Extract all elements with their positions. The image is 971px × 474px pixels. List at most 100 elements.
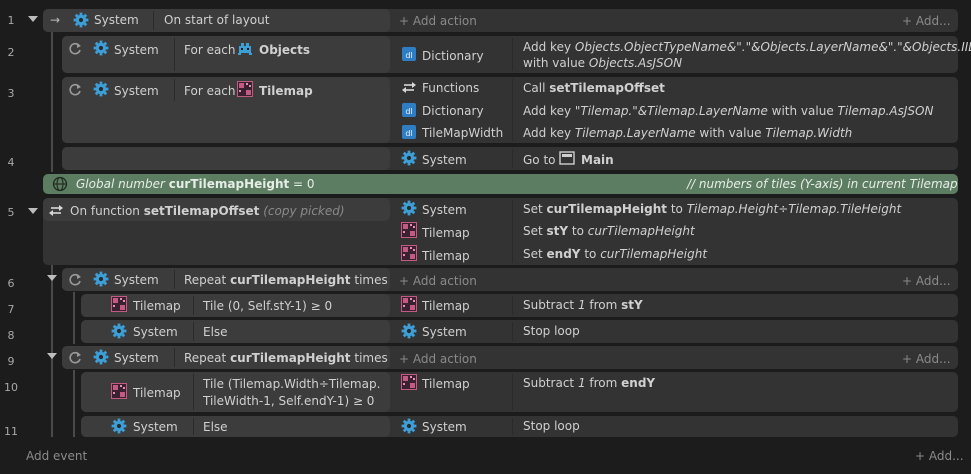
divider <box>193 296 194 315</box>
tilemap-icon <box>111 383 127 399</box>
loop-icon <box>69 83 82 96</box>
object-name: Dictionary <box>422 104 484 118</box>
gear-icon <box>73 12 89 28</box>
gear-icon <box>93 40 109 56</box>
line-number: 2 <box>7 46 15 59</box>
action-text: Set curTilemapHeight to Tilemap.Height÷T… <box>523 202 902 216</box>
divider <box>174 79 175 101</box>
loop-icon <box>69 351 82 364</box>
trigger-arrow-icon: → <box>50 13 61 27</box>
add-more-button[interactable]: + Add... <box>902 13 951 29</box>
gear-icon <box>111 418 127 434</box>
collapse-toggle[interactable] <box>47 275 57 281</box>
divider <box>174 38 175 71</box>
action-text: Go to <box>523 153 556 167</box>
line-number: 4 <box>7 156 15 169</box>
divider <box>512 322 513 341</box>
line-number: 5 <box>7 206 15 219</box>
add-more-button[interactable]: + Add... <box>902 351 951 367</box>
object-name: Tilemap <box>133 386 181 400</box>
object-name: Tilemap <box>422 299 470 313</box>
gear-icon <box>401 323 417 339</box>
gear-icon <box>111 323 127 339</box>
collapse-toggle[interactable] <box>28 16 38 22</box>
action-text: Call setTilemapOffset <box>523 81 665 95</box>
action-text: Add key Objects.ObjectTypeName&"."&Objec… <box>523 40 971 54</box>
collapse-toggle[interactable] <box>47 353 57 359</box>
object-name: System <box>114 84 159 98</box>
loop-icon <box>69 42 82 55</box>
condition-block[interactable] <box>81 416 390 437</box>
object-name: System <box>422 203 467 217</box>
add-action-button[interactable]: + Add action <box>399 351 477 367</box>
object-name: System <box>133 325 178 339</box>
gear-icon <box>93 349 109 365</box>
condition-text: Tile (0, Self.stY-1) ≥ 0 <box>203 299 333 313</box>
global-variable-text: Global number curTilemapHeight = 0 <box>76 177 315 191</box>
add-more-button[interactable]: + Add... <box>915 448 964 464</box>
variable-comment: // numbers of tiles (Y-axis) in current … <box>687 177 958 191</box>
divider <box>512 296 513 315</box>
line-number: 1 <box>7 14 15 27</box>
object-name: System <box>114 351 159 365</box>
divider <box>174 348 175 367</box>
divider <box>512 79 513 141</box>
object-name: Objects <box>259 43 311 57</box>
condition-text: Else <box>203 325 228 339</box>
collapse-toggle[interactable] <box>28 208 38 214</box>
condition-text: Repeat curTilemapHeight times <box>184 351 388 365</box>
line-number: 6 <box>7 277 15 290</box>
condition-block[interactable] <box>62 147 390 170</box>
action-text: Subtract 1 from stY <box>523 298 643 312</box>
tilemap-icon <box>401 222 417 238</box>
layout-icon <box>559 151 575 165</box>
family-icon <box>238 43 252 55</box>
line-number: 8 <box>7 329 15 342</box>
functions-icon <box>48 204 64 217</box>
dictionary-icon <box>402 47 416 61</box>
add-more-button[interactable]: + Add... <box>902 273 951 289</box>
object-name: Tilemap <box>422 226 470 240</box>
gear-icon <box>401 200 417 216</box>
layout-name: Main <box>581 153 614 167</box>
action-text: Set endY to curTilemapHeight <box>523 247 708 261</box>
divider <box>193 418 194 435</box>
object-name: System <box>133 420 178 434</box>
gear-icon <box>93 271 109 287</box>
tilemap-icon <box>401 374 417 390</box>
object-name: System <box>422 420 467 434</box>
gear-icon <box>401 418 417 434</box>
object-name: System <box>422 325 467 339</box>
divider <box>193 322 194 341</box>
object-name: System <box>422 153 467 167</box>
action-text: Set stY to curTilemapHeight <box>523 224 695 238</box>
dictionary-icon <box>402 125 416 139</box>
object-name: Tilemap <box>422 249 470 263</box>
globe-icon <box>52 176 68 192</box>
add-event-button[interactable]: Add event <box>26 448 87 464</box>
divider <box>512 418 513 435</box>
footer-bar <box>0 437 971 474</box>
condition-text: For each <box>184 43 236 57</box>
object-name: Tilemap <box>259 84 313 98</box>
object-name: Functions <box>422 81 480 95</box>
line-number: 10 <box>4 381 18 394</box>
action-text: Add key "Tilemap."&Tilemap.LayerName wit… <box>523 104 934 118</box>
object-name: System <box>94 13 139 27</box>
condition-block[interactable] <box>81 320 390 343</box>
action-text: Add key Tilemap.LayerName with value Til… <box>523 126 853 140</box>
divider <box>512 149 513 168</box>
tree-line <box>51 32 53 172</box>
object-name: System <box>114 273 159 287</box>
divider <box>512 38 513 71</box>
condition-text: Tile (Tilemap.Width÷Tilemap. <box>203 377 381 391</box>
tree-line <box>73 370 75 437</box>
line-number: 9 <box>7 355 15 368</box>
tilemap-icon <box>237 81 253 97</box>
action-text: Stop loop <box>523 324 580 338</box>
tilemap-icon <box>111 296 127 312</box>
add-action-button[interactable]: + Add action <box>399 273 477 289</box>
gear-icon <box>401 150 417 166</box>
add-action-button[interactable]: + Add action <box>399 13 477 29</box>
object-name: Tilemap <box>133 299 181 313</box>
